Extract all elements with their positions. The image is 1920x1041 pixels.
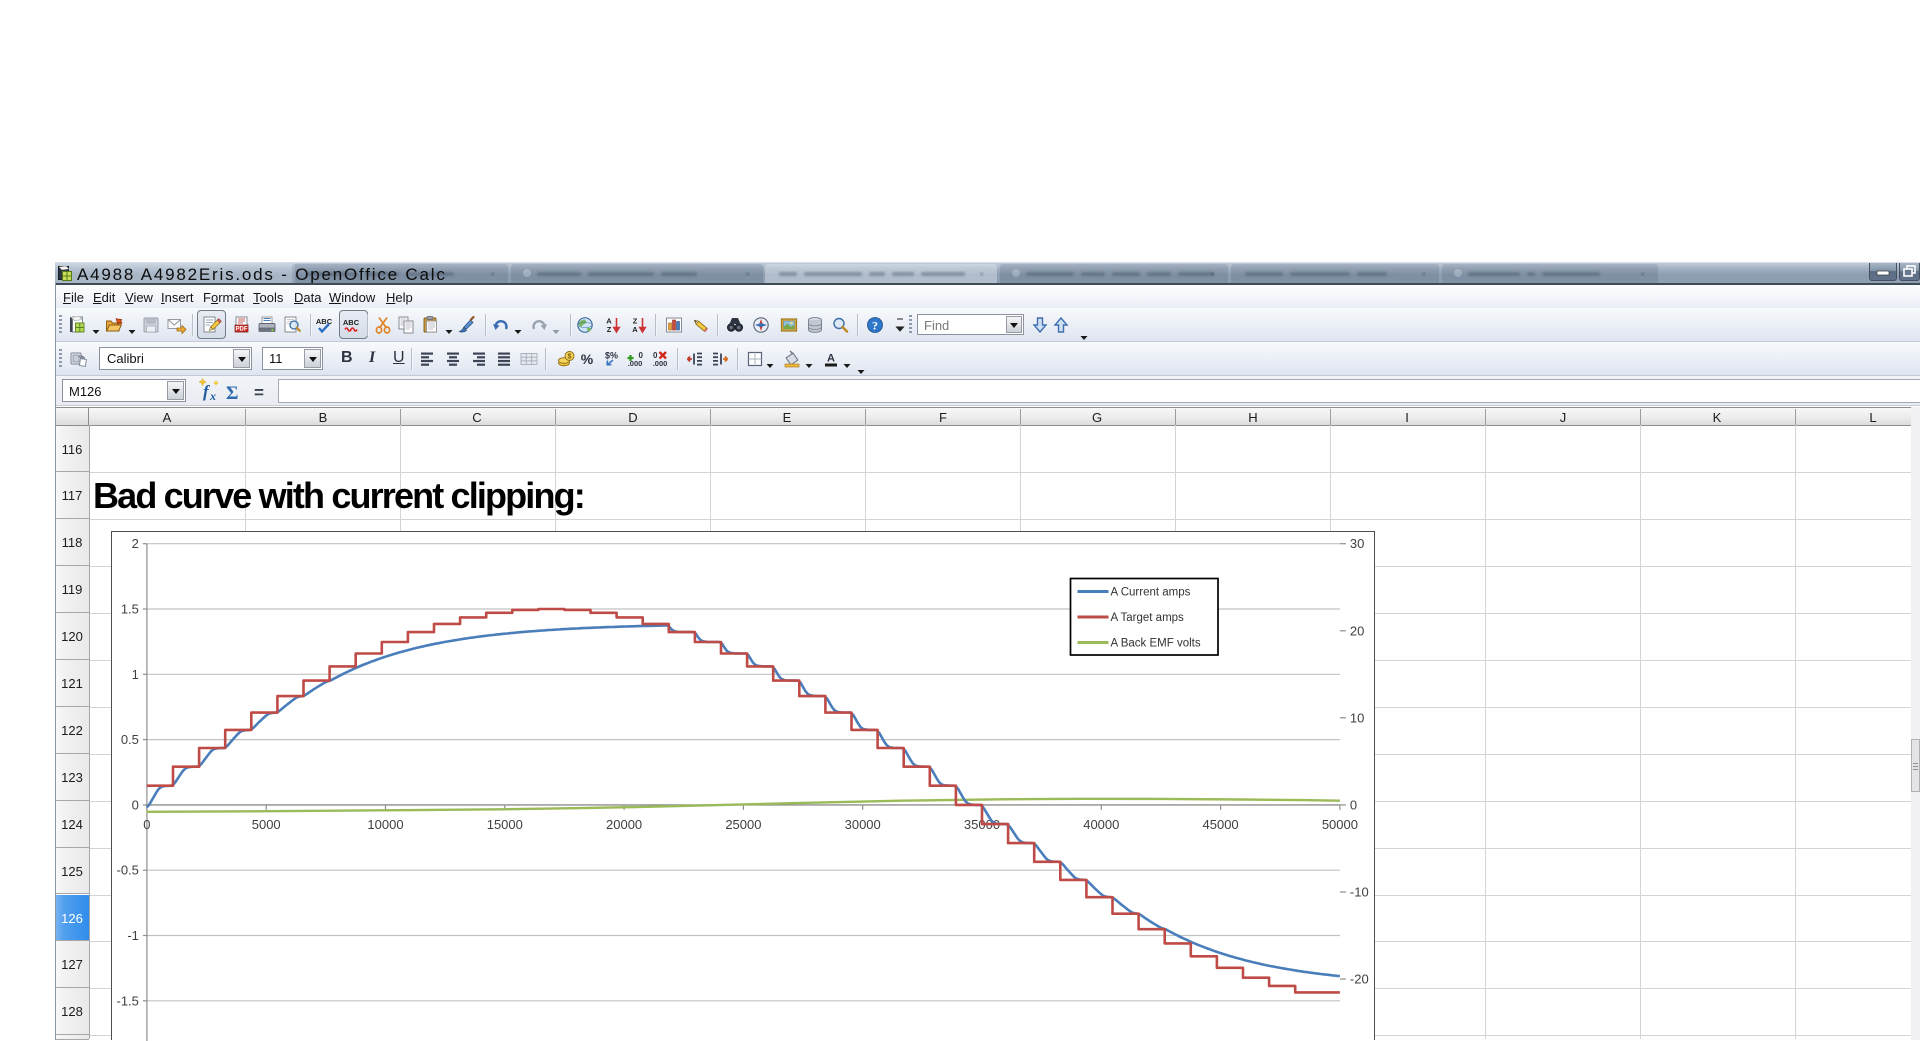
svg-text:%: % xyxy=(581,351,594,367)
svg-text:1.5: 1.5 xyxy=(120,601,138,616)
svg-text:Σ: Σ xyxy=(226,383,238,404)
svg-text:20: 20 xyxy=(1349,623,1363,638)
svg-text:-1: -1 xyxy=(127,928,139,943)
svg-text:$: $ xyxy=(568,354,572,361)
svg-text:0: 0 xyxy=(143,816,150,831)
svg-text:0: 0 xyxy=(1349,797,1356,812)
svg-text:x: x xyxy=(209,389,216,403)
svg-text:1: 1 xyxy=(131,666,138,681)
svg-text:45000: 45000 xyxy=(1202,816,1238,831)
svg-text:30: 30 xyxy=(1349,536,1363,551)
svg-text:-10: -10 xyxy=(1349,884,1368,899)
svg-text:10: 10 xyxy=(1349,710,1363,725)
svg-text:15000: 15000 xyxy=(486,816,522,831)
svg-text:A Back EMF volts: A Back EMF volts xyxy=(1110,637,1200,649)
svg-text:2: 2 xyxy=(131,536,138,551)
svg-text:-1.5: -1.5 xyxy=(116,993,138,1008)
svg-text:A Target amps: A Target amps xyxy=(1110,612,1184,624)
svg-text:25000: 25000 xyxy=(725,816,761,831)
svg-text:0: 0 xyxy=(639,351,644,360)
svg-text:ABC: ABC xyxy=(343,318,360,327)
svg-text:=: = xyxy=(254,383,264,402)
svg-text:-20: -20 xyxy=(1349,971,1368,986)
svg-text:20000: 20000 xyxy=(606,816,642,831)
svg-text:A: A xyxy=(827,353,835,365)
svg-text:0: 0 xyxy=(131,797,138,812)
svg-text:40000: 40000 xyxy=(1083,816,1119,831)
svg-text:5000: 5000 xyxy=(251,816,280,831)
svg-text:$%: $% xyxy=(605,351,618,361)
svg-text:-0.5: -0.5 xyxy=(116,862,138,877)
svg-text:0.5: 0.5 xyxy=(120,732,138,747)
svg-text:30000: 30000 xyxy=(844,816,880,831)
svg-text:50000: 50000 xyxy=(1321,816,1357,831)
svg-text:0: 0 xyxy=(653,351,658,360)
svg-text:A Current amps: A Current amps xyxy=(1110,586,1190,598)
svg-text:.000: .000 xyxy=(653,359,668,368)
svg-text:10000: 10000 xyxy=(367,816,403,831)
